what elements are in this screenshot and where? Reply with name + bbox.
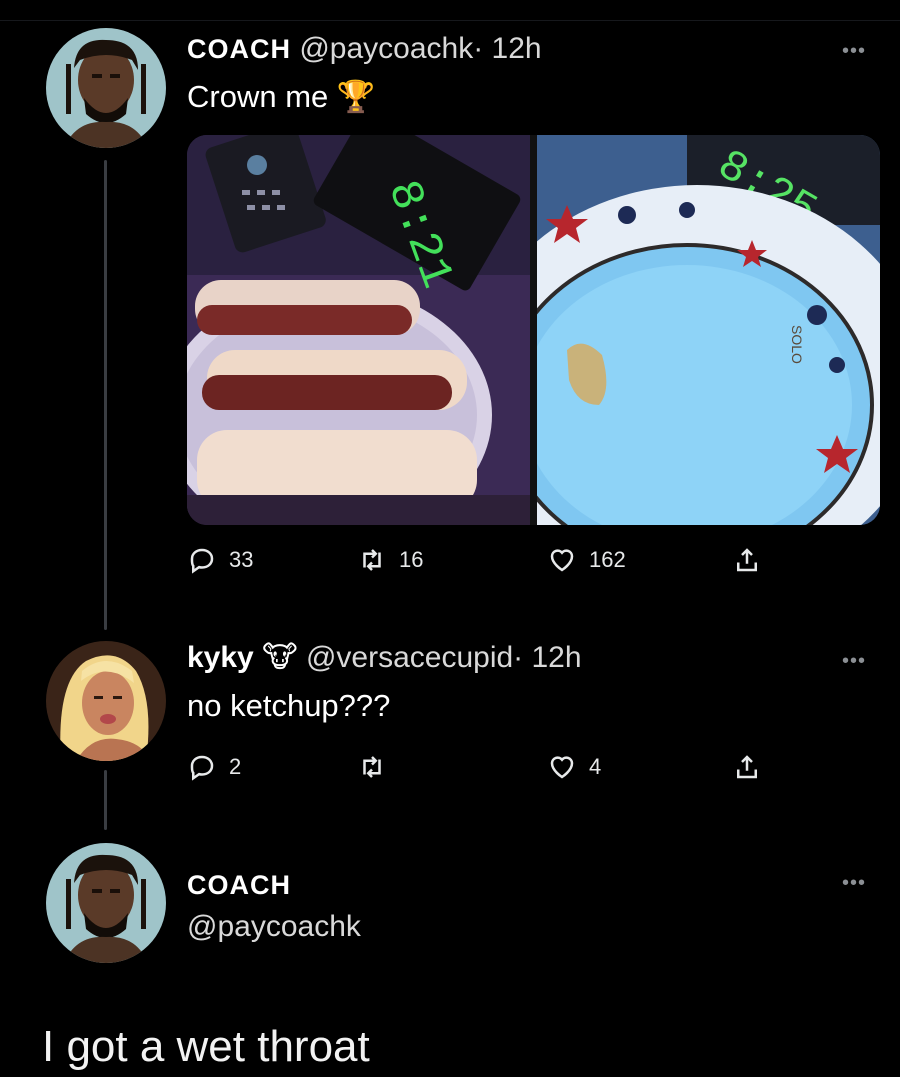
handle[interactable]: @paycoachk (299, 32, 473, 65)
tweet-1-actions: 33 16 162 (187, 545, 767, 585)
avatar-coach[interactable] (46, 28, 166, 148)
retweet-button[interactable] (357, 752, 387, 782)
more-icon[interactable]: ••• (842, 40, 866, 63)
handle[interactable]: @versacecupid (306, 641, 513, 674)
cow-emoji: 🐮 (262, 641, 298, 674)
like-count: 162 (589, 547, 626, 572)
top-divider (0, 20, 900, 21)
photo-empty-plate[interactable]: 8:25 SOLO (467, 135, 880, 525)
display-name[interactable]: COACH (187, 870, 291, 900)
retweet-icon (363, 756, 381, 778)
thread-line-1 (104, 160, 107, 630)
avatar-coach[interactable] (46, 843, 166, 963)
reply-button[interactable]: 33 (187, 545, 253, 575)
plate-brand-text: SOLO (789, 325, 805, 364)
tweet-2-header: kyky 🐮 @versacecupid· 12h (187, 640, 582, 675)
like-icon (550, 756, 574, 779)
retweet-icon (363, 549, 381, 571)
reply-icon (190, 548, 214, 574)
like-count: 4 (589, 754, 602, 779)
reply-count: 33 (229, 547, 254, 572)
avatar-kyky[interactable] (46, 641, 166, 761)
share-button[interactable] (732, 545, 762, 575)
reply-count: 2 (229, 754, 242, 779)
timestamp[interactable]: · 12h (513, 641, 581, 674)
tweet-text: Crown me (187, 79, 329, 114)
share-icon (737, 548, 757, 572)
tweet-2-text: no ketchup??? (187, 688, 391, 723)
like-button[interactable]: 162 (547, 545, 626, 575)
more-icon[interactable]: ••• (842, 872, 866, 895)
share-icon (737, 755, 757, 779)
handle[interactable]: @paycoachk (187, 910, 361, 944)
tweet-3-text: I got a wet throat (42, 1022, 370, 1071)
more-icon[interactable]: ••• (842, 650, 866, 673)
retweet-button[interactable]: 16 (357, 545, 423, 575)
tweet-1-text: Crown me 🏆 (187, 78, 376, 115)
tweet-media[interactable]: 8:21 8:25 SOLO (187, 135, 880, 525)
share-button[interactable] (732, 752, 762, 782)
timestamp[interactable]: · 12h (473, 32, 541, 65)
tweet-2-actions: 2 4 (187, 752, 767, 792)
reply-icon (190, 755, 214, 781)
trophy-emoji: 🏆 (336, 79, 376, 114)
like-button[interactable]: 4 (547, 752, 601, 782)
tweet-3-header: COACH (187, 868, 291, 902)
thread-line-2 (104, 770, 107, 830)
display-name[interactable]: COACH (187, 34, 291, 64)
reply-button[interactable]: 2 (187, 752, 241, 782)
tweet-1-header: COACH @paycoachk· 12h (187, 32, 542, 66)
retweet-count: 16 (399, 547, 424, 572)
display-name[interactable]: kyky (187, 641, 254, 674)
photo-hotdogs[interactable]: 8:21 (187, 135, 530, 525)
like-icon (550, 549, 574, 572)
